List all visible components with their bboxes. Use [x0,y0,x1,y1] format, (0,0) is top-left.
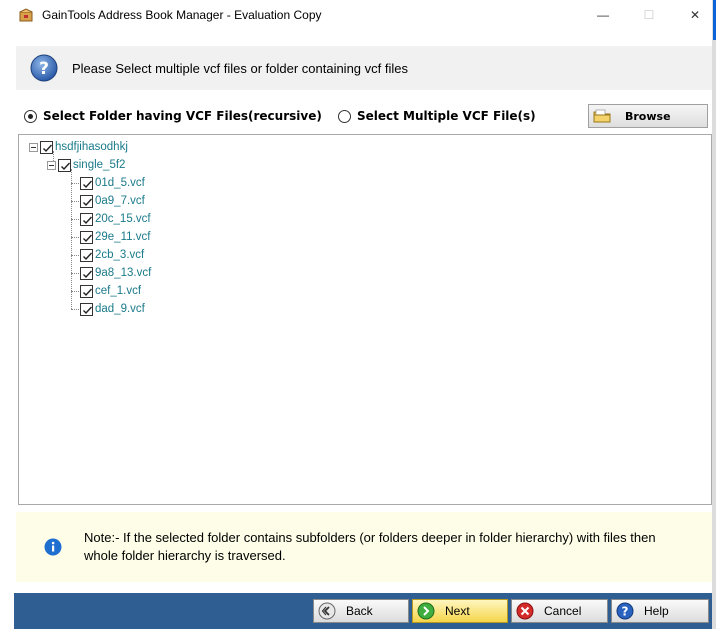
tree-root-node[interactable]: hsdfjihasodhkj [29,139,128,155]
maximize-button[interactable]: ☐ [626,0,672,30]
tree-subfolder-label: single_5f2 [73,159,126,171]
tree-file-label: 0a9_7.vcf [95,195,145,207]
window-edge [712,0,716,629]
select-folder-label: Select Folder having VCF Files(recursive… [43,109,322,123]
help-icon: ? [616,602,634,620]
folder-tree-panel[interactable]: hsdfjihasodhkj single_5f2 01d_5.vcf 0a9_… [18,134,712,505]
tree-root-label: hsdfjihasodhkj [55,141,128,153]
checkbox-checked[interactable] [80,212,93,226]
tree-file-node[interactable]: 0a9_7.vcf [80,193,145,209]
svg-text:?: ? [622,605,629,619]
radio-button-checked[interactable] [24,109,37,123]
tree-file-node[interactable]: 20c_15.vcf [80,211,151,227]
app-box-icon [18,7,34,23]
note-text: Note:- If the selected folder contains s… [84,530,656,563]
next-button[interactable]: Next [412,599,508,623]
checkbox-checked[interactable] [80,194,93,208]
minimize-button[interactable]: — [580,0,626,30]
instruction-header: ? Please Select multiple vcf files or fo… [16,46,712,90]
help-label: Help [644,604,669,618]
tree-subfolder-node[interactable]: single_5f2 [47,157,125,173]
select-files-radio[interactable]: Select Multiple VCF File(s) [338,109,536,123]
tree-file-label: 01d_5.vcf [95,177,145,189]
browse-button[interactable]: Browse [588,104,708,128]
tree-connector [71,169,72,309]
tree-file-label: 20c_15.vcf [95,213,151,225]
next-label: Next [445,604,470,618]
app-window: GainTools Address Book Manager - Evaluat… [0,0,716,629]
back-arrow-icon [318,602,336,620]
instruction-text: Please Select multiple vcf files or fold… [72,60,408,76]
select-files-label: Select Multiple VCF File(s) [357,109,536,123]
cancel-button[interactable]: Cancel [511,599,608,623]
checkbox-checked[interactable] [80,176,93,190]
collapse-toggle-icon[interactable] [29,142,38,152]
window-title: GainTools Address Book Manager - Evaluat… [42,8,322,22]
title-bar[interactable]: GainTools Address Book Manager - Evaluat… [0,0,716,30]
browse-label: Browse [625,109,671,123]
checkbox-checked[interactable] [40,140,53,154]
question-icon: ? [30,54,58,82]
tree-file-node[interactable]: 9a8_13.vcf [80,265,151,281]
tree-file-node[interactable]: 2cb_3.vcf [80,247,144,263]
tree-file-node[interactable]: cef_1.vcf [80,283,141,299]
checkbox-checked[interactable] [80,284,93,298]
cancel-icon [516,602,534,620]
checkbox-checked[interactable] [80,248,93,262]
help-button[interactable]: ? Help [611,599,709,623]
checkbox-checked[interactable] [80,230,93,244]
info-icon [44,538,62,556]
tree-file-label: 9a8_13.vcf [95,267,152,279]
checkbox-checked[interactable] [80,302,93,316]
tree-file-label: cef_1.vcf [95,285,142,297]
back-button[interactable]: Back [313,599,409,623]
tree-file-label: dad_9.vcf [95,303,145,315]
svg-text:?: ? [39,59,49,79]
back-label: Back [346,604,373,618]
tree-file-label: 29e_11.vcf [95,231,151,243]
tree-file-node[interactable]: 01d_5.vcf [80,175,145,191]
folder-icon [593,109,611,123]
tree-file-node[interactable]: 29e_11.vcf [80,229,150,245]
tree-file-label: 2cb_3.vcf [95,249,145,261]
checkbox-checked[interactable] [80,266,93,280]
tree-file-node[interactable]: dad_9.vcf [80,301,145,317]
radio-button-unchecked[interactable] [338,109,351,123]
next-arrow-icon [417,602,435,620]
note-panel: Note:- If the selected folder contains s… [16,512,712,582]
select-folder-radio[interactable]: Select Folder having VCF Files(recursive… [24,109,322,123]
close-button[interactable]: ✕ [672,0,716,30]
checkbox-checked[interactable] [58,158,71,172]
collapse-toggle-icon[interactable] [47,160,56,170]
cancel-label: Cancel [544,604,582,618]
